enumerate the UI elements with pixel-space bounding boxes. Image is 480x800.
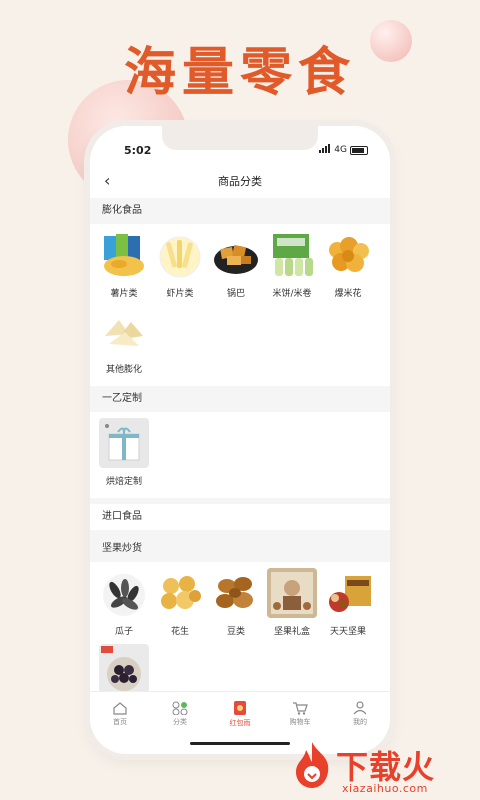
- watermark-url: xiazaihuo.com: [342, 782, 428, 795]
- section-body-puffed: 薯片类 虾片类 锅巴 米饼/米卷 爆米花 其他膨化: [90, 224, 390, 386]
- tab-cart[interactable]: 购物车: [270, 692, 330, 736]
- tab-red-packet[interactable]: 红包雨: [210, 692, 270, 736]
- category-item-baking-custom[interactable]: 烘焙定制: [96, 418, 152, 494]
- category-item-raisins[interactable]: [96, 644, 152, 698]
- phone-notch: [162, 126, 318, 150]
- promo-headline: 海量零食: [123, 43, 356, 103]
- red-packet-icon: [234, 701, 246, 715]
- phone-frame: 5:02 4G ‹ 商品分类 膨化食品 薯片类 虾片类 锅巴 米饼/米卷 爆米花…: [90, 126, 390, 754]
- shrimp-chips-image: [155, 230, 205, 280]
- tab-label: 首页: [113, 718, 127, 726]
- category-label: 虾片类: [166, 289, 194, 299]
- category-label: 烘焙定制: [105, 477, 142, 487]
- status-time: 5:02: [124, 144, 152, 157]
- battery-icon: [350, 145, 368, 155]
- category-label: 其他膨化: [105, 365, 142, 375]
- peanut-image: [155, 568, 205, 618]
- chips-image: [99, 230, 149, 280]
- category-label: 天天坚果: [329, 627, 366, 637]
- tab-label: 我的: [353, 718, 367, 726]
- category-item-peanut[interactable]: 花生: [152, 568, 208, 644]
- category-label: 爆米花: [334, 289, 362, 299]
- category-label: 花生: [170, 627, 189, 637]
- beans-image: [211, 568, 261, 618]
- section-body-custom: 烘焙定制: [90, 412, 390, 498]
- watermark-logo: 下载火 xiazaihuo.com: [288, 740, 480, 800]
- section-header-imported[interactable]: 进口食品: [90, 504, 390, 530]
- category-label: 锅巴: [226, 289, 245, 299]
- category-item-other-puffed[interactable]: 其他膨化: [96, 306, 152, 382]
- status-indicators: 4G: [319, 144, 368, 156]
- category-item-rice-cracker[interactable]: 米饼/米卷: [264, 230, 320, 306]
- tab-label: 红包雨: [229, 719, 251, 727]
- category-list[interactable]: 膨化食品 薯片类 虾片类 锅巴 米饼/米卷 爆米花 其他膨化 一乙定制 烘焙定制…: [90, 198, 390, 698]
- category-label: 豆类: [226, 627, 245, 637]
- tab-profile[interactable]: 我的: [330, 692, 390, 736]
- category-item-sunflower-seeds[interactable]: 瓜子: [96, 568, 152, 644]
- network-label: 4G: [334, 145, 347, 155]
- section-header-custom: 一乙定制: [90, 386, 390, 412]
- raisins-image: [99, 644, 149, 694]
- tab-label: 购物车: [289, 718, 311, 726]
- guoba-image: [211, 230, 261, 280]
- cart-icon: [293, 702, 308, 715]
- popcorn-image: [323, 230, 373, 280]
- cake-box-image: [99, 418, 149, 468]
- home-icon: [113, 702, 127, 715]
- category-item-beans[interactable]: 豆类: [208, 568, 264, 644]
- section-header-puffed: 膨化食品: [90, 198, 390, 224]
- category-item-daily-nuts[interactable]: 天天坚果: [320, 568, 376, 644]
- tab-label: 分类: [173, 718, 187, 726]
- category-label: 薯片类: [110, 289, 138, 299]
- daily-nuts-image: [323, 568, 373, 618]
- page-title: 商品分类: [218, 175, 262, 188]
- signal-icon: [319, 144, 331, 156]
- flame-logo-icon: [296, 742, 329, 788]
- category-item-nut-gift-box[interactable]: 坚果礼盒: [264, 568, 320, 644]
- profile-icon: [353, 701, 367, 715]
- category-label: 坚果礼盒: [273, 627, 310, 637]
- nut-gift-box-image: [267, 568, 317, 618]
- tab-category[interactable]: 分类: [150, 692, 210, 736]
- other-puffed-image: [99, 306, 149, 356]
- section-header-nuts: 坚果炒货: [90, 536, 390, 562]
- sunflower-seeds-image: [99, 568, 149, 618]
- nav-bar: ‹ 商品分类: [90, 166, 390, 194]
- category-item-guoba[interactable]: 锅巴: [208, 230, 264, 306]
- category-item-popcorn[interactable]: 爆米花: [320, 230, 376, 306]
- category-label: 米饼/米卷: [272, 289, 312, 299]
- rice-cracker-image: [267, 230, 317, 280]
- category-icon: [172, 701, 188, 715]
- section-body-nuts: 瓜子 花生 豆类 坚果礼盒 天天坚果: [90, 562, 390, 698]
- home-indicator: [190, 742, 290, 745]
- bottom-tab-bar: 首页 分类 红包雨 购物车 我的: [90, 691, 390, 736]
- category-item-shrimp-chips[interactable]: 虾片类: [152, 230, 208, 306]
- category-item-chips[interactable]: 薯片类: [96, 230, 152, 306]
- category-label: 瓜子: [114, 627, 133, 637]
- tab-home[interactable]: 首页: [90, 692, 150, 736]
